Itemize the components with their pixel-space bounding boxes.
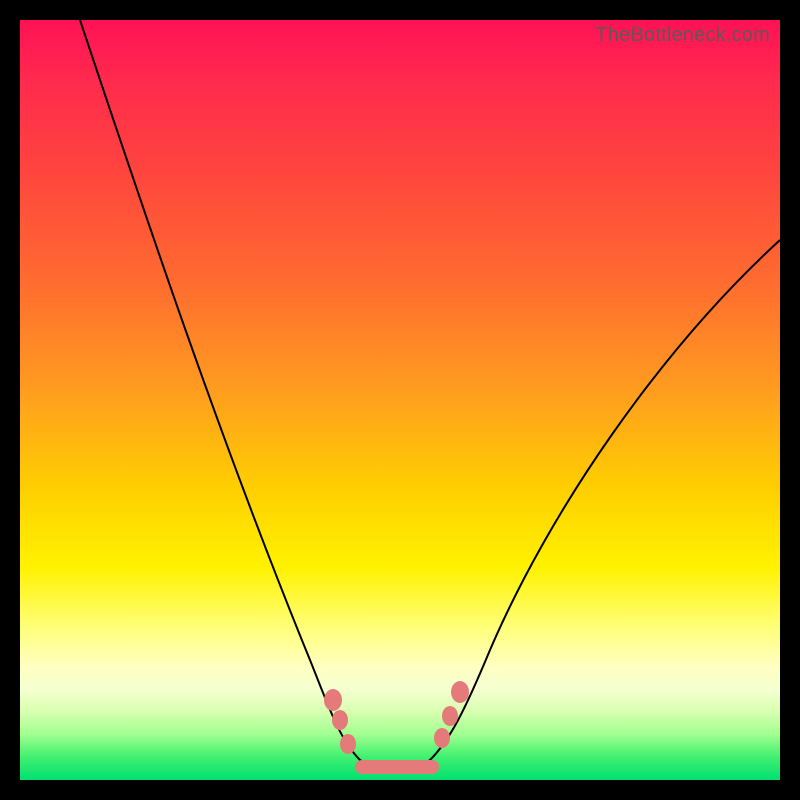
plot-area: TheBottleneck.com [20, 20, 780, 780]
marker-dot [324, 689, 342, 711]
bottleneck-curve [80, 20, 780, 768]
marker-dot [442, 706, 458, 726]
chart-frame: TheBottleneck.com [0, 0, 800, 800]
marker-dot [340, 734, 356, 754]
marker-dot [332, 710, 348, 730]
valley-marker [355, 760, 439, 774]
marker-dot [434, 728, 450, 748]
marker-dot [451, 681, 469, 703]
curve-layer [20, 20, 780, 780]
